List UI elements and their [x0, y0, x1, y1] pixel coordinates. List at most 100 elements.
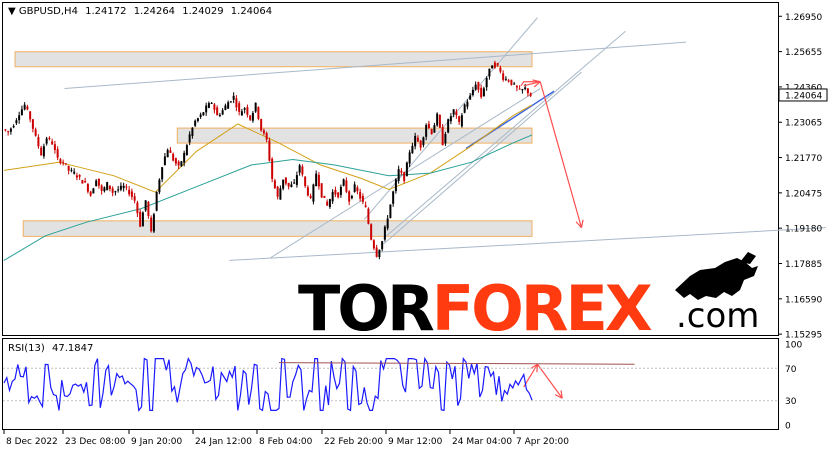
candle-body	[100, 185, 103, 192]
candle-body	[496, 63, 499, 66]
zone-2	[22, 220, 533, 237]
candle-body	[238, 103, 241, 112]
price-tick-label: 1.23065	[785, 119, 822, 129]
candle-body	[493, 62, 496, 68]
rsi-level-label: 70	[785, 365, 797, 375]
candle-body	[279, 188, 282, 200]
candle-body	[507, 80, 510, 82]
candle-body	[117, 189, 120, 191]
time-tick-label: 24 Mar 04:00	[452, 437, 512, 447]
candle-body	[48, 137, 51, 139]
candle-body	[235, 98, 238, 108]
candle-body	[518, 88, 521, 90]
candle-body	[342, 179, 345, 186]
candle-body	[469, 95, 472, 100]
candle-body	[480, 87, 483, 98]
candle-body	[502, 73, 505, 80]
candle-body	[273, 180, 276, 189]
candle-body	[282, 179, 285, 189]
candle-body	[62, 162, 65, 164]
candle-body	[447, 119, 450, 133]
candle-body	[436, 113, 439, 126]
candle-body	[276, 186, 279, 197]
candle-body	[309, 195, 312, 199]
candle-body	[383, 226, 386, 240]
candle-body	[389, 204, 392, 218]
candle-body	[81, 180, 84, 184]
candle-body	[67, 165, 70, 171]
candle-body	[31, 119, 34, 129]
candle-body	[23, 104, 26, 110]
price-axis: 1.269501.256551.243601.230651.217701.204…	[778, 13, 828, 432]
rsi-panel	[2, 338, 779, 430]
candle-body	[111, 188, 114, 193]
candle-body	[40, 147, 43, 156]
candle-body	[130, 191, 133, 197]
candle-body	[290, 184, 293, 188]
candle-body	[515, 85, 518, 88]
candle-body	[191, 127, 194, 137]
candle-body	[403, 172, 406, 181]
candle-body	[188, 134, 191, 143]
candle-body	[122, 185, 125, 189]
candle-body	[460, 115, 463, 127]
rsi-level-label: 100	[785, 341, 802, 351]
candle-body	[485, 78, 488, 88]
time-tick-label: 8 Dec 2022	[6, 437, 58, 447]
ohlc-low: 1.24029	[182, 6, 223, 17]
candle-body	[268, 140, 271, 161]
candle-body	[260, 119, 263, 131]
candle-body	[510, 79, 513, 85]
candle-body	[207, 103, 210, 108]
candle-body	[45, 138, 48, 144]
rsi-level-label: 30	[785, 397, 797, 407]
candle-body	[213, 104, 216, 110]
candle-body	[430, 129, 433, 135]
symbol-header: ▼ GBPUSD,H4 1.24172 1.24264 1.24029 1.24…	[8, 6, 272, 17]
rsi-level-label: 0	[785, 422, 791, 432]
logo-tor: TORFOREX	[298, 272, 652, 345]
ohlc-open: 1.24172	[85, 6, 126, 17]
candle-body	[425, 124, 428, 137]
candle-body	[262, 130, 265, 134]
time-axis: 8 Dec 2022 23 Dec 08:00 9 Jan 20:00 24 Jan …	[3, 430, 569, 447]
candle-body	[367, 208, 370, 224]
price-tick-label: 1.25655	[785, 48, 822, 58]
candle-body	[298, 165, 301, 173]
candle-body	[161, 167, 164, 180]
candle-body	[364, 205, 367, 208]
candle-body	[59, 159, 62, 164]
candle-body	[216, 107, 219, 116]
candle-body	[70, 169, 73, 171]
candle-body	[128, 189, 131, 195]
candle-body	[180, 161, 183, 167]
candle-body	[524, 87, 527, 90]
candle-body	[306, 187, 309, 196]
candle-body	[240, 111, 243, 116]
candle-body	[397, 169, 400, 181]
candle-body	[414, 135, 417, 147]
candle-body	[328, 199, 331, 208]
candle-body	[400, 170, 403, 173]
candle-body	[155, 191, 158, 211]
candle-body	[372, 240, 375, 249]
candle-body	[353, 184, 356, 192]
candle-body	[386, 218, 389, 229]
candle-body	[163, 156, 166, 166]
candle-body	[125, 186, 128, 188]
candle-body	[474, 84, 477, 90]
candle-body	[295, 175, 298, 185]
candle-body	[18, 115, 21, 121]
candle-body	[26, 106, 29, 110]
candle-body	[232, 95, 235, 100]
price-tick-label: 1.26950	[785, 13, 822, 23]
candle-body	[356, 187, 359, 192]
candle-body	[139, 211, 142, 227]
candle-body	[246, 107, 249, 115]
candle-body	[458, 116, 461, 122]
price-tick-label: 1.15295	[785, 331, 822, 341]
candle-body	[97, 178, 100, 186]
candle-body	[370, 224, 373, 240]
candle-body	[147, 201, 150, 216]
candle-body	[254, 102, 257, 112]
